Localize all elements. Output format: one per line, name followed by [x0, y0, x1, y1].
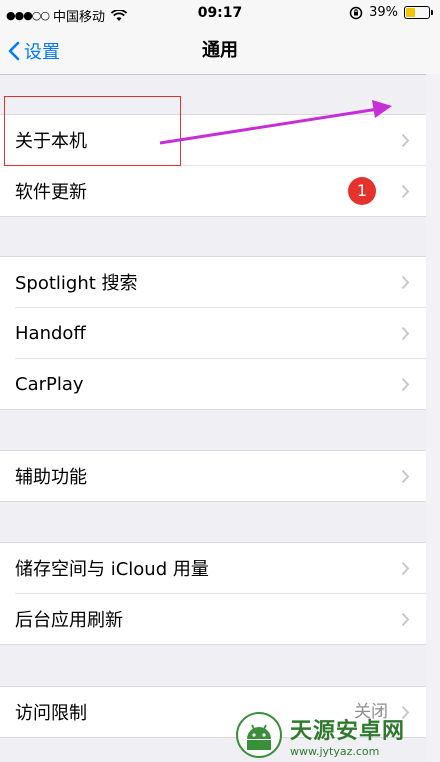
row-label: 后台应用刷新	[15, 610, 123, 631]
row-handoff[interactable]: Handoff	[15, 307, 426, 358]
row-label: CarPlay	[15, 373, 84, 395]
row-label: Spotlight 搜索	[15, 273, 138, 294]
annotation-arrow-icon	[159, 100, 392, 145]
chevron-right-icon	[401, 561, 410, 576]
row-accessibility[interactable]: 辅助功能	[0, 451, 426, 501]
row-label: Handoff	[15, 322, 86, 344]
android-logo-icon	[236, 712, 282, 758]
row-carplay[interactable]: CarPlay	[15, 358, 426, 409]
watermark-url: www.jytyaz.com	[290, 744, 380, 758]
row-label: 储存空间与 iCloud 用量	[15, 559, 209, 580]
row-storage-icloud[interactable]: 储存空间与 iCloud 用量	[0, 543, 426, 593]
row-label: 辅助功能	[15, 467, 87, 488]
settings-group-3: 辅助功能	[0, 450, 426, 502]
row-label: 访问限制	[15, 703, 87, 724]
watermark-text: 天源安卓网 www.jytyaz.com	[290, 713, 405, 758]
chevron-right-icon	[401, 275, 410, 290]
chevron-right-icon	[401, 377, 410, 392]
chevron-right-icon	[401, 469, 410, 484]
chevron-right-icon	[401, 326, 410, 341]
watermark: 天源安卓网 www.jytyaz.com	[236, 708, 440, 762]
chevron-right-icon	[401, 612, 410, 627]
watermark-name: 天源安卓网	[290, 718, 406, 744]
settings-group-2: Spotlight 搜索 Handoff CarPlay	[0, 256, 426, 410]
row-background-refresh[interactable]: 后台应用刷新	[15, 593, 426, 644]
settings-group-4: 储存空间与 iCloud 用量 后台应用刷新	[0, 542, 426, 645]
row-spotlight[interactable]: Spotlight 搜索	[0, 257, 426, 307]
